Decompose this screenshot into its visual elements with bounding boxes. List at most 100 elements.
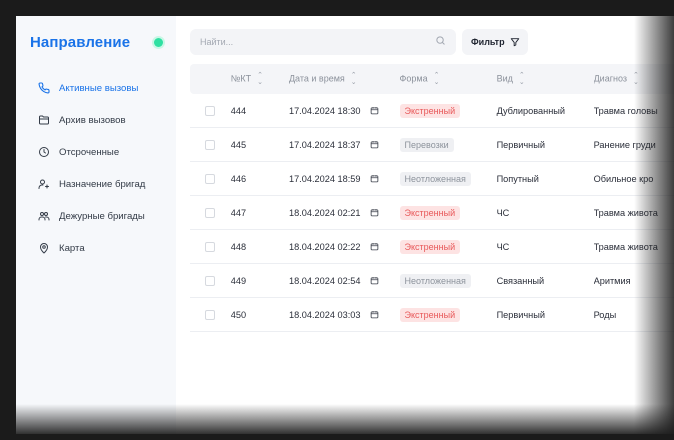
- filter-button[interactable]: Фильтр: [462, 29, 528, 55]
- call-number: 448: [230, 241, 247, 252]
- row-checkbox[interactable]: [205, 275, 216, 286]
- row-checkbox[interactable]: [205, 207, 216, 218]
- sort-icon[interactable]: ⌃ ⌄: [351, 72, 357, 86]
- call-datetime: 18.04.2024 02:54: [288, 275, 361, 286]
- call-datetime: 18.04.2024 02:22: [288, 241, 361, 252]
- app-window: Направление Активные вызовы Архив вызово…: [16, 16, 674, 434]
- call-type: ЧС: [496, 207, 510, 218]
- call-diagnosis: Обильное кро: [593, 173, 654, 184]
- call-type: Попутный: [496, 173, 539, 184]
- call-type: Дублированный: [496, 105, 566, 116]
- call-datetime: 17.04.2024 18:59: [288, 173, 361, 184]
- call-number: 450: [230, 309, 247, 320]
- row-checkbox[interactable]: [205, 173, 216, 184]
- calendar-icon[interactable]: [370, 140, 379, 149]
- table-header: №КТ ⌃ ⌄ Дата и время ⌃ ⌄ Форма ⌃ ⌄ Вид ⌃ ⌄ Диагн…: [190, 64, 674, 94]
- table-row[interactable]: 448 18.04.2024 02:22 Экстренный ЧС Травм…: [190, 230, 674, 264]
- sidebar-nav: Активные вызовы Архив вызовов Отсроченны…: [16, 72, 176, 264]
- sidebar-item-label: Дежурные бригады: [59, 210, 145, 222]
- calendar-icon[interactable]: [370, 208, 379, 217]
- sidebar-item-deferred[interactable]: Отсроченные: [16, 136, 176, 168]
- calendar-icon[interactable]: [370, 276, 379, 285]
- toolbar: Фильтр: [190, 29, 528, 55]
- call-type: Связанный: [496, 275, 545, 286]
- call-number: 444: [230, 105, 247, 116]
- sidebar-item-label: Отсроченные: [59, 146, 120, 158]
- row-checkbox[interactable]: [205, 139, 216, 150]
- users-icon: [38, 210, 50, 222]
- calendar-icon[interactable]: [370, 310, 379, 319]
- calendar-icon[interactable]: [370, 174, 379, 183]
- form-badge: Экстренный: [399, 239, 461, 254]
- call-diagnosis: Роды: [593, 309, 617, 320]
- app-title: Направление: [30, 33, 131, 51]
- call-datetime: 18.04.2024 03:03: [288, 309, 361, 320]
- row-checkbox[interactable]: [205, 309, 216, 320]
- search-icon[interactable]: [435, 33, 446, 51]
- table-row[interactable]: 449 18.04.2024 02:54 Неотложенная Связан…: [190, 264, 674, 298]
- filter-button-label: Фильтр: [471, 37, 505, 47]
- sidebar-item-assign-teams[interactable]: Назначение бригад: [16, 168, 176, 200]
- table-row[interactable]: 445 17.04.2024 18:37 Перевозки Первичный…: [190, 128, 674, 162]
- sort-icon[interactable]: ⌃ ⌄: [434, 72, 440, 86]
- online-status-dot: [154, 37, 163, 47]
- call-diagnosis: Травма головы: [593, 105, 658, 116]
- calendar-icon[interactable]: [370, 242, 379, 251]
- call-diagnosis: Аритмия: [593, 275, 631, 286]
- row-checkbox[interactable]: [205, 241, 216, 252]
- call-datetime: 17.04.2024 18:37: [288, 139, 361, 150]
- map-pin-icon: [38, 242, 50, 254]
- call-datetime: 17.04.2024 18:30: [288, 105, 361, 116]
- call-number: 449: [230, 275, 247, 286]
- main-content: Фильтр №КТ⌃⌄ Дата и время⌃⌄ Форма⌃⌄ Вид⌃…: [176, 16, 674, 434]
- table-row[interactable]: 446 17.04.2024 18:59 Неотложенная Попутн…: [190, 162, 674, 196]
- clock-icon: [38, 146, 50, 158]
- column-header-form[interactable]: Форма ⌃ ⌄: [400, 72, 497, 86]
- brand-row: Направление: [16, 32, 176, 52]
- form-badge: Экстренный: [399, 103, 461, 118]
- phone-icon: [38, 82, 50, 94]
- call-type: Первичный: [496, 309, 545, 320]
- form-badge: Экстренный: [399, 205, 461, 220]
- call-type: ЧС: [496, 241, 510, 252]
- sidebar: Направление Активные вызовы Архив вызово…: [16, 16, 176, 434]
- calendar-icon[interactable]: [370, 106, 379, 115]
- table-row[interactable]: 450 18.04.2024 03:03 Экстренный Первичны…: [190, 298, 674, 332]
- search-input[interactable]: [200, 37, 400, 47]
- sort-icon[interactable]: ⌃ ⌄: [633, 72, 639, 86]
- filter-icon: [510, 38, 519, 47]
- sidebar-item-label: Архив вызовов: [59, 114, 126, 126]
- sidebar-item-label: Активные вызовы: [59, 82, 139, 94]
- sidebar-item-duty-teams[interactable]: Дежурные бригады: [16, 200, 176, 232]
- sidebar-item-archive[interactable]: Архив вызовов: [16, 104, 176, 136]
- sort-icon[interactable]: ⌃ ⌄: [519, 72, 525, 86]
- table-row[interactable]: 444 17.04.2024 18:30 Экстренный Дублиров…: [190, 94, 674, 128]
- column-header-datetime[interactable]: Дата и время ⌃ ⌄: [289, 72, 400, 86]
- column-header-diagnosis[interactable]: Диагноз ⌃ ⌄: [594, 72, 674, 86]
- form-badge: Экстренный: [399, 307, 461, 322]
- call-diagnosis: Травма живота: [593, 207, 658, 218]
- call-diagnosis: Ранение груди: [593, 139, 656, 150]
- form-badge: Перевозки: [399, 137, 454, 152]
- call-number: 446: [230, 173, 247, 184]
- sidebar-item-active-calls[interactable]: Активные вызовы: [16, 72, 176, 104]
- sidebar-item-map[interactable]: Карта: [16, 232, 176, 264]
- table-body: 444 17.04.2024 18:30 Экстренный Дублиров…: [190, 94, 674, 332]
- table-row[interactable]: 447 18.04.2024 02:21 Экстренный ЧС Травм…: [190, 196, 674, 230]
- column-header-type[interactable]: Вид ⌃ ⌄: [497, 72, 594, 86]
- search-box[interactable]: [190, 29, 456, 55]
- form-badge: Неотложенная: [399, 273, 471, 288]
- column-header-number[interactable]: №КТ ⌃ ⌄: [231, 72, 289, 86]
- call-datetime: 18.04.2024 02:21: [288, 207, 361, 218]
- sidebar-item-label: Карта: [59, 242, 85, 254]
- call-type: Первичный: [496, 139, 545, 150]
- folder-icon: [38, 114, 50, 126]
- user-plus-icon: [38, 178, 50, 190]
- sort-icon[interactable]: ⌃ ⌄: [257, 72, 263, 86]
- row-checkbox[interactable]: [205, 105, 216, 116]
- call-number: 445: [230, 139, 247, 150]
- calls-table: №КТ ⌃ ⌄ Дата и время ⌃ ⌄ Форма ⌃ ⌄ Вид ⌃ ⌄ Диагн…: [190, 64, 674, 332]
- call-diagnosis: Травма живота: [593, 241, 658, 252]
- form-badge: Неотложенная: [399, 171, 471, 186]
- sidebar-item-label: Назначение бригад: [59, 178, 146, 190]
